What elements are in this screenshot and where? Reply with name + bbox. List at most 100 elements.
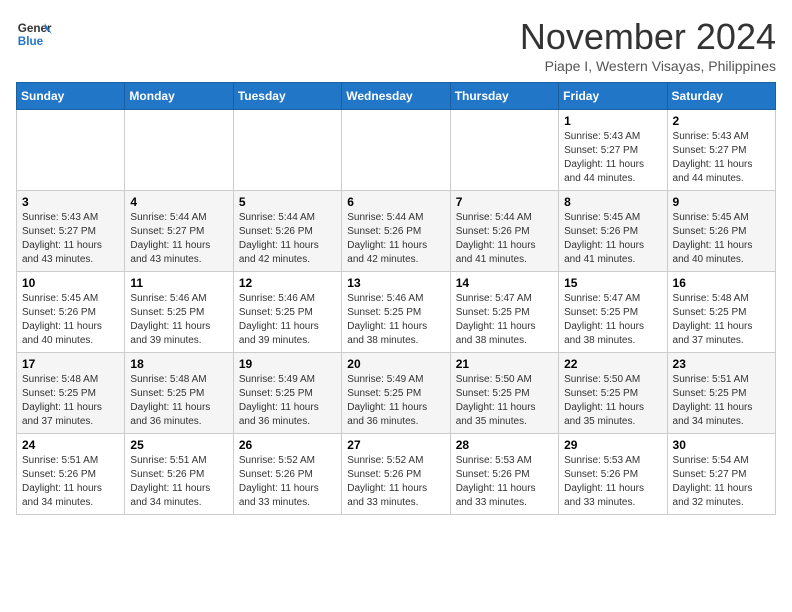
day-info: Sunrise: 5:52 AMSunset: 5:26 PMDaylight:… xyxy=(347,455,427,508)
calendar-week-row: 24 Sunrise: 5:51 AMSunset: 5:26 PMDaylig… xyxy=(17,434,776,515)
calendar-week-row: 1 Sunrise: 5:43 AMSunset: 5:27 PMDayligh… xyxy=(17,110,776,191)
day-number: 4 xyxy=(130,195,227,209)
day-info: Sunrise: 5:53 AMSunset: 5:26 PMDaylight:… xyxy=(564,455,644,508)
calendar-day-cell xyxy=(233,110,341,191)
weekday-header: Sunday xyxy=(17,83,125,110)
day-number: 3 xyxy=(22,195,119,209)
day-info: Sunrise: 5:52 AMSunset: 5:26 PMDaylight:… xyxy=(239,455,319,508)
calendar-day-cell: 22 Sunrise: 5:50 AMSunset: 5:25 PMDaylig… xyxy=(559,353,667,434)
day-info: Sunrise: 5:54 AMSunset: 5:27 PMDaylight:… xyxy=(673,455,753,508)
day-info: Sunrise: 5:46 AMSunset: 5:25 PMDaylight:… xyxy=(347,293,427,346)
calendar-day-cell: 12 Sunrise: 5:46 AMSunset: 5:25 PMDaylig… xyxy=(233,272,341,353)
day-number: 10 xyxy=(22,276,119,290)
calendar-header-row: SundayMondayTuesdayWednesdayThursdayFrid… xyxy=(17,83,776,110)
day-number: 5 xyxy=(239,195,336,209)
day-info: Sunrise: 5:53 AMSunset: 5:26 PMDaylight:… xyxy=(456,455,536,508)
day-number: 22 xyxy=(564,357,661,371)
calendar-day-cell: 18 Sunrise: 5:48 AMSunset: 5:25 PMDaylig… xyxy=(125,353,233,434)
day-info: Sunrise: 5:46 AMSunset: 5:25 PMDaylight:… xyxy=(130,293,210,346)
calendar-day-cell: 11 Sunrise: 5:46 AMSunset: 5:25 PMDaylig… xyxy=(125,272,233,353)
calendar-day-cell: 26 Sunrise: 5:52 AMSunset: 5:26 PMDaylig… xyxy=(233,434,341,515)
day-number: 20 xyxy=(347,357,444,371)
day-info: Sunrise: 5:44 AMSunset: 5:26 PMDaylight:… xyxy=(347,212,427,265)
calendar-day-cell: 15 Sunrise: 5:47 AMSunset: 5:25 PMDaylig… xyxy=(559,272,667,353)
weekday-header: Monday xyxy=(125,83,233,110)
calendar-day-cell: 3 Sunrise: 5:43 AMSunset: 5:27 PMDayligh… xyxy=(17,191,125,272)
day-number: 18 xyxy=(130,357,227,371)
calendar-day-cell: 20 Sunrise: 5:49 AMSunset: 5:25 PMDaylig… xyxy=(342,353,450,434)
day-info: Sunrise: 5:44 AMSunset: 5:26 PMDaylight:… xyxy=(239,212,319,265)
calendar-day-cell: 1 Sunrise: 5:43 AMSunset: 5:27 PMDayligh… xyxy=(559,110,667,191)
day-number: 24 xyxy=(22,438,119,452)
calendar-day-cell: 2 Sunrise: 5:43 AMSunset: 5:27 PMDayligh… xyxy=(667,110,775,191)
weekday-header: Thursday xyxy=(450,83,558,110)
calendar-day-cell: 14 Sunrise: 5:47 AMSunset: 5:25 PMDaylig… xyxy=(450,272,558,353)
calendar-day-cell: 10 Sunrise: 5:45 AMSunset: 5:26 PMDaylig… xyxy=(17,272,125,353)
calendar-day-cell xyxy=(450,110,558,191)
day-info: Sunrise: 5:47 AMSunset: 5:25 PMDaylight:… xyxy=(456,293,536,346)
day-number: 8 xyxy=(564,195,661,209)
day-info: Sunrise: 5:44 AMSunset: 5:27 PMDaylight:… xyxy=(130,212,210,265)
day-number: 14 xyxy=(456,276,553,290)
day-info: Sunrise: 5:51 AMSunset: 5:26 PMDaylight:… xyxy=(130,455,210,508)
calendar-day-cell: 5 Sunrise: 5:44 AMSunset: 5:26 PMDayligh… xyxy=(233,191,341,272)
calendar-week-row: 17 Sunrise: 5:48 AMSunset: 5:25 PMDaylig… xyxy=(17,353,776,434)
calendar-day-cell: 8 Sunrise: 5:45 AMSunset: 5:26 PMDayligh… xyxy=(559,191,667,272)
day-number: 2 xyxy=(673,114,770,128)
day-info: Sunrise: 5:48 AMSunset: 5:25 PMDaylight:… xyxy=(130,374,210,427)
day-info: Sunrise: 5:49 AMSunset: 5:25 PMDaylight:… xyxy=(347,374,427,427)
calendar-day-cell: 23 Sunrise: 5:51 AMSunset: 5:25 PMDaylig… xyxy=(667,353,775,434)
day-number: 26 xyxy=(239,438,336,452)
day-number: 6 xyxy=(347,195,444,209)
calendar-day-cell xyxy=(342,110,450,191)
day-info: Sunrise: 5:47 AMSunset: 5:25 PMDaylight:… xyxy=(564,293,644,346)
day-info: Sunrise: 5:45 AMSunset: 5:26 PMDaylight:… xyxy=(22,293,102,346)
day-number: 27 xyxy=(347,438,444,452)
day-info: Sunrise: 5:49 AMSunset: 5:25 PMDaylight:… xyxy=(239,374,319,427)
calendar-day-cell: 9 Sunrise: 5:45 AMSunset: 5:26 PMDayligh… xyxy=(667,191,775,272)
day-info: Sunrise: 5:43 AMSunset: 5:27 PMDaylight:… xyxy=(564,131,644,184)
calendar-day-cell: 27 Sunrise: 5:52 AMSunset: 5:26 PMDaylig… xyxy=(342,434,450,515)
page-header: General Blue November 2024 Piape I, West… xyxy=(16,16,776,74)
day-info: Sunrise: 5:48 AMSunset: 5:25 PMDaylight:… xyxy=(673,293,753,346)
day-number: 7 xyxy=(456,195,553,209)
calendar-day-cell: 29 Sunrise: 5:53 AMSunset: 5:26 PMDaylig… xyxy=(559,434,667,515)
day-number: 29 xyxy=(564,438,661,452)
calendar-day-cell: 21 Sunrise: 5:50 AMSunset: 5:25 PMDaylig… xyxy=(450,353,558,434)
day-number: 23 xyxy=(673,357,770,371)
weekday-header: Friday xyxy=(559,83,667,110)
day-info: Sunrise: 5:46 AMSunset: 5:25 PMDaylight:… xyxy=(239,293,319,346)
calendar-day-cell: 16 Sunrise: 5:48 AMSunset: 5:25 PMDaylig… xyxy=(667,272,775,353)
day-info: Sunrise: 5:44 AMSunset: 5:26 PMDaylight:… xyxy=(456,212,536,265)
calendar-day-cell: 17 Sunrise: 5:48 AMSunset: 5:25 PMDaylig… xyxy=(17,353,125,434)
day-info: Sunrise: 5:43 AMSunset: 5:27 PMDaylight:… xyxy=(22,212,102,265)
location: Piape I, Western Visayas, Philippines xyxy=(520,58,776,74)
day-number: 15 xyxy=(564,276,661,290)
calendar-week-row: 3 Sunrise: 5:43 AMSunset: 5:27 PMDayligh… xyxy=(17,191,776,272)
calendar-day-cell xyxy=(125,110,233,191)
day-number: 17 xyxy=(22,357,119,371)
svg-text:Blue: Blue xyxy=(18,35,44,48)
day-number: 30 xyxy=(673,438,770,452)
day-number: 16 xyxy=(673,276,770,290)
weekday-header: Saturday xyxy=(667,83,775,110)
weekday-header: Wednesday xyxy=(342,83,450,110)
calendar-table: SundayMondayTuesdayWednesdayThursdayFrid… xyxy=(16,82,776,515)
calendar-day-cell xyxy=(17,110,125,191)
day-info: Sunrise: 5:51 AMSunset: 5:26 PMDaylight:… xyxy=(22,455,102,508)
calendar-day-cell: 30 Sunrise: 5:54 AMSunset: 5:27 PMDaylig… xyxy=(667,434,775,515)
month-title: November 2024 xyxy=(520,16,776,58)
calendar-day-cell: 13 Sunrise: 5:46 AMSunset: 5:25 PMDaylig… xyxy=(342,272,450,353)
day-info: Sunrise: 5:45 AMSunset: 5:26 PMDaylight:… xyxy=(564,212,644,265)
day-info: Sunrise: 5:48 AMSunset: 5:25 PMDaylight:… xyxy=(22,374,102,427)
day-number: 12 xyxy=(239,276,336,290)
title-block: November 2024 Piape I, Western Visayas, … xyxy=(520,16,776,74)
calendar-week-row: 10 Sunrise: 5:45 AMSunset: 5:26 PMDaylig… xyxy=(17,272,776,353)
day-number: 25 xyxy=(130,438,227,452)
weekday-header: Tuesday xyxy=(233,83,341,110)
calendar-day-cell: 28 Sunrise: 5:53 AMSunset: 5:26 PMDaylig… xyxy=(450,434,558,515)
logo-icon: General Blue xyxy=(16,16,52,52)
calendar-day-cell: 19 Sunrise: 5:49 AMSunset: 5:25 PMDaylig… xyxy=(233,353,341,434)
day-info: Sunrise: 5:50 AMSunset: 5:25 PMDaylight:… xyxy=(564,374,644,427)
day-info: Sunrise: 5:51 AMSunset: 5:25 PMDaylight:… xyxy=(673,374,753,427)
